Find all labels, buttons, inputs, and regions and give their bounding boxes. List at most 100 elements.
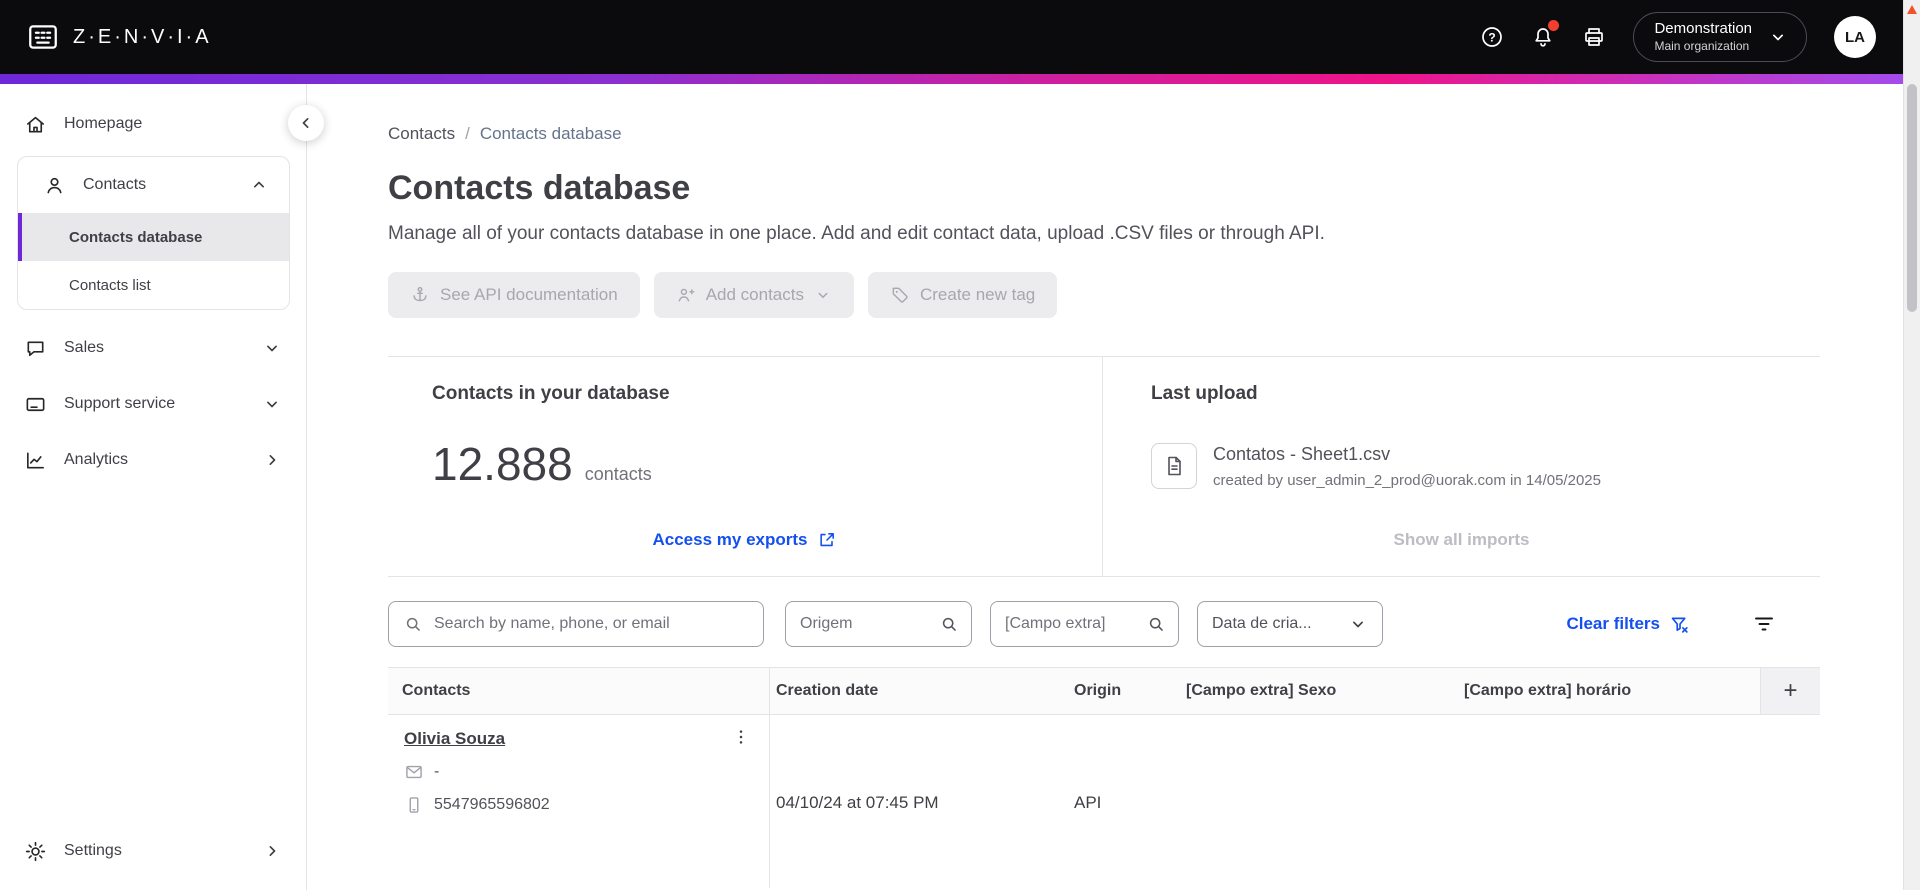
sidebar-item-support-service[interactable]: Support service — [0, 376, 306, 432]
printer-icon — [1582, 25, 1606, 49]
funnel-lines-icon — [1752, 612, 1776, 636]
search-input[interactable] — [434, 615, 749, 633]
breadcrumb: Contacts / Contacts database — [388, 124, 1920, 144]
topbar-actions: ? Demonstration Main organization LA — [1480, 12, 1876, 62]
extra-horario-cell — [1458, 715, 1760, 888]
extra-field-filter-input[interactable] — [1005, 615, 1138, 633]
sidebar-item-label: Contacts — [83, 176, 147, 193]
gear-icon — [24, 840, 47, 863]
access-my-exports-link[interactable]: Access my exports — [653, 530, 838, 550]
column-header-extra-sexo[interactable]: [Campo extra] Sexo — [1180, 668, 1458, 714]
kebab-menu-icon — [731, 727, 751, 747]
last-upload-card: Last upload Contatos - Sheet1.csv create… — [1103, 357, 1820, 576]
filters-bar: Data de cria... Clear filters — [388, 601, 1820, 647]
table-header: Contacts Creation date Origin [Campo ext… — [388, 667, 1820, 715]
page-title: Contacts database — [388, 169, 691, 207]
search-icon — [1146, 614, 1166, 634]
notifications-button[interactable] — [1531, 20, 1560, 49]
sidebar-item-analytics[interactable]: Analytics — [0, 432, 306, 488]
column-header-creation-date[interactable]: Creation date — [770, 668, 1068, 714]
chevron-down-icon — [1768, 27, 1788, 47]
add-contacts-label: Add contacts — [705, 285, 804, 304]
origin-filter-input[interactable] — [800, 615, 931, 633]
envelope-icon — [404, 762, 424, 782]
page-actions: See API documentation Add contacts Creat… — [388, 272, 1920, 318]
sidebar-collapse-button[interactable] — [288, 105, 324, 141]
column-header-origin[interactable]: Origin — [1068, 668, 1180, 714]
sidebar-item-homepage[interactable]: Homepage — [0, 96, 306, 152]
see-api-documentation-button[interactable]: See API documentation — [388, 272, 640, 318]
sidebar-item-label: Contacts database — [69, 228, 203, 246]
tag-icon — [890, 285, 910, 305]
sidebar-item-sales[interactable]: Sales — [0, 320, 306, 376]
add-column-button[interactable]: + — [1760, 668, 1820, 714]
scroll-up-arrow[interactable] — [1907, 5, 1917, 14]
export-icon — [817, 530, 837, 550]
sidebar-item-label: Homepage — [64, 115, 143, 132]
page-scrollbar[interactable] — [1903, 0, 1920, 890]
contact-cell: Olivia Souza - 5547965596802 — [388, 715, 770, 888]
search-field-wrap — [388, 601, 764, 647]
show-all-imports-link[interactable]: Show all imports — [1393, 530, 1529, 550]
mobile-phone-icon — [404, 795, 424, 815]
anchor-icon — [410, 285, 430, 305]
breadcrumb-separator: / — [465, 124, 470, 143]
app-body: Homepage Contacts Contacts database Cont… — [0, 84, 1920, 890]
creation-date-filter-select[interactable]: Data de cria... — [1197, 601, 1383, 647]
zenvia-logo-icon — [26, 20, 60, 54]
show-imports-wrap: Show all imports — [1103, 530, 1820, 550]
contact-email-value: - — [434, 763, 440, 780]
sidebar-item-settings[interactable]: Settings — [0, 823, 306, 879]
sidebar-item-label: Settings — [64, 842, 122, 859]
analytics-chart-icon — [24, 449, 47, 472]
origin-cell: API — [1074, 793, 1102, 812]
breadcrumb-contacts[interactable]: Contacts — [388, 124, 455, 144]
main-content: Contacts / Contacts database Contacts da… — [307, 84, 1920, 890]
clear-filter-icon — [1669, 614, 1690, 635]
support-chat-icon — [24, 393, 47, 416]
contact-name-link[interactable]: Olivia Souza — [404, 729, 505, 749]
filter-settings-button[interactable] — [1752, 612, 1776, 636]
brand-gradient-bar — [0, 74, 1920, 84]
sidebar-item-contacts-list[interactable]: Contacts list — [18, 261, 289, 309]
row-menu-button[interactable] — [731, 727, 751, 747]
contacts-table: Contacts Creation date Origin [Campo ext… — [388, 667, 1820, 888]
column-header-extra-horario[interactable]: [Campo extra] horário — [1458, 668, 1760, 714]
home-icon — [24, 113, 47, 136]
sidebar-item-label: Support service — [64, 395, 176, 412]
chevron-right-icon — [262, 841, 282, 861]
chevron-down-icon — [262, 338, 282, 358]
scrollbar-thumb[interactable] — [1907, 84, 1917, 312]
avatar[interactable]: LA — [1834, 16, 1876, 58]
organization-switcher[interactable]: Demonstration Main organization — [1633, 12, 1807, 62]
help-button[interactable]: ? — [1480, 25, 1504, 49]
contacts-count-value: 12.888 — [432, 438, 573, 490]
sidebar-item-contacts-database[interactable]: Contacts database — [18, 213, 289, 261]
sidebar: Homepage Contacts Contacts database Cont… — [0, 84, 324, 890]
row-add-column-cell — [1760, 715, 1820, 888]
create-new-tag-button[interactable]: Create new tag — [867, 272, 1058, 318]
sidebar-item-label: Contacts list — [69, 276, 151, 294]
sidebar-item-contacts[interactable]: Contacts — [18, 157, 289, 213]
see-api-documentation-label: See API documentation — [440, 285, 618, 304]
last-upload-row: Contatos - Sheet1.csv created by user_ad… — [1151, 443, 1820, 489]
access-my-exports-label: Access my exports — [652, 530, 808, 549]
contacts-count-row: 12.888 contacts — [432, 437, 1102, 491]
devices-button[interactable] — [1582, 25, 1606, 49]
brand[interactable]: Z·E·N·V·I·A — [26, 20, 212, 54]
column-header-contacts[interactable]: Contacts — [388, 668, 770, 714]
contact-phone-line: 5547965596802 — [404, 795, 759, 815]
chevron-down-icon — [262, 394, 282, 414]
search-icon — [939, 614, 959, 634]
contacts-count-unit: contacts — [584, 464, 652, 484]
person-icon — [43, 174, 66, 197]
last-upload-title: Last upload — [1151, 383, 1258, 404]
document-icon — [1162, 454, 1186, 478]
chevron-down-icon — [1348, 614, 1368, 634]
contacts-count-title: Contacts in your database — [432, 383, 670, 404]
add-contacts-button[interactable]: Add contacts — [653, 272, 854, 318]
breadcrumb-contacts-database[interactable]: Contacts database — [480, 124, 622, 144]
table-row: Olivia Souza - 5547965596802 04/10/24 at… — [388, 715, 1820, 888]
upload-filename: Contatos - Sheet1.csv — [1213, 443, 1391, 464]
clear-filters-button[interactable]: Clear filters — [1566, 614, 1690, 635]
